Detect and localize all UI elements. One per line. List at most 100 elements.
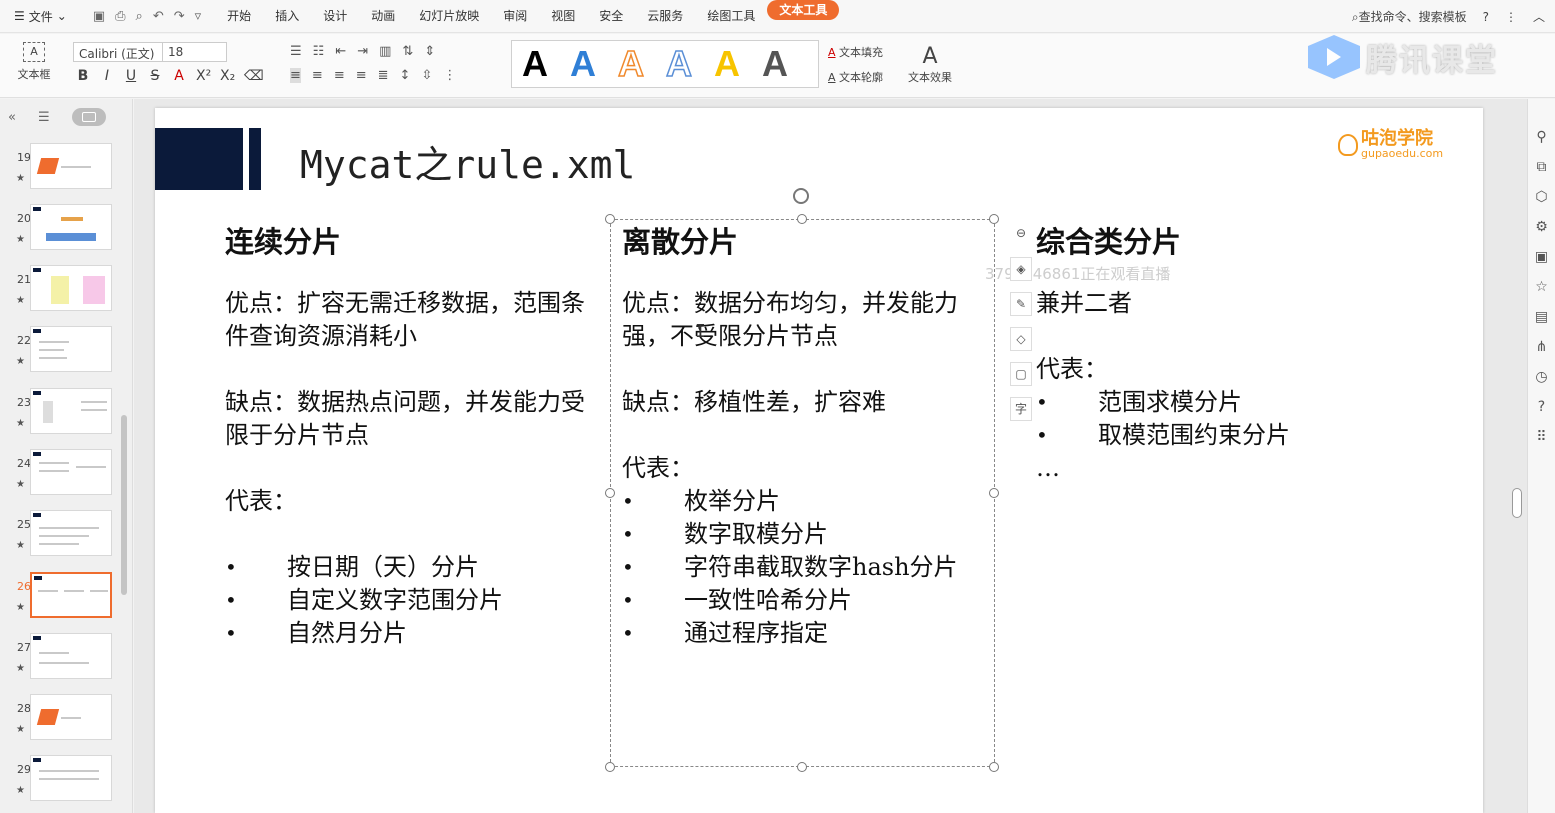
- rotate-handle[interactable]: [793, 188, 809, 204]
- paragraph-spacing-icon[interactable]: ⇳: [421, 68, 432, 83]
- tab-insert[interactable]: 插入: [263, 0, 311, 33]
- style-orange-outline[interactable]: A: [617, 42, 645, 85]
- resize-handle[interactable]: [605, 762, 615, 772]
- slide-thumbnail[interactable]: 19 ★: [10, 143, 114, 191]
- slide-thumbnail[interactable]: 27 ★: [10, 633, 114, 681]
- tab-slideshow[interactable]: 幻灯片放映: [407, 0, 491, 33]
- text-outline-button[interactable]: A 文本轮廓: [828, 69, 883, 85]
- tab-view[interactable]: 视图: [539, 0, 587, 33]
- tab-home[interactable]: 开始: [215, 0, 263, 33]
- slide-thumbnail[interactable]: 20 ★: [10, 204, 114, 252]
- resize-handle[interactable]: [797, 214, 807, 224]
- collapse-ribbon-icon[interactable]: ︿: [1533, 8, 1545, 25]
- slide-thumbnail[interactable]: 24 ★: [10, 449, 114, 497]
- resize-handle[interactable]: [989, 762, 999, 772]
- help-circle-icon[interactable]: ?: [1538, 399, 1545, 415]
- star-icon[interactable]: ☆: [1535, 279, 1548, 295]
- font-size-select[interactable]: 18: [163, 42, 227, 62]
- distribute-icon[interactable]: ≣: [378, 68, 389, 83]
- shapes-icon[interactable]: ⬡: [1535, 189, 1547, 205]
- slide-thumbnail[interactable]: 21 ★: [10, 265, 114, 313]
- tab-drawing-tools[interactable]: 绘图工具: [695, 0, 767, 33]
- copy-icon[interactable]: ⧉: [1537, 159, 1547, 175]
- archive-icon[interactable]: ▤: [1535, 309, 1548, 325]
- style-yellow[interactable]: A: [714, 43, 740, 85]
- resize-handle[interactable]: [797, 762, 807, 772]
- slide-thumbnail[interactable]: 22 ★: [10, 326, 114, 374]
- tab-animation[interactable]: 动画: [359, 0, 407, 33]
- underline-icon[interactable]: U: [124, 68, 138, 84]
- spacing-menu-icon[interactable]: ⋮: [443, 68, 456, 83]
- print-icon[interactable]: ⎙: [115, 9, 125, 24]
- slide-thumbnail[interactable]: 29 ★: [10, 755, 114, 803]
- decrease-indent-icon[interactable]: ⇤: [335, 44, 346, 59]
- search-command[interactable]: ⌕查找命令、搜索模板: [1352, 8, 1467, 25]
- bullets-icon[interactable]: ☰: [290, 44, 302, 59]
- print-preview-icon[interactable]: ⌕: [136, 9, 143, 24]
- column-discrete-sharding[interactable]: 离散分片 优点：数据分布均匀，并发能力强，不受限分片节点 缺点：移植性差，扩容难…: [622, 226, 987, 651]
- slide-title[interactable]: Mycat之rule.xml: [300, 134, 635, 189]
- subscript-icon[interactable]: X₂: [220, 68, 235, 84]
- text-fill-button[interactable]: A 文本填充: [828, 44, 883, 60]
- superscript-icon[interactable]: X²: [196, 68, 211, 84]
- align-left-icon[interactable]: ≡: [290, 68, 301, 83]
- collapse-icon[interactable]: ⊖: [1010, 222, 1032, 246]
- tab-cloud[interactable]: 云服务: [635, 0, 695, 33]
- more-icon[interactable]: ⋮: [1505, 10, 1517, 24]
- style-gray[interactable]: A: [762, 43, 788, 85]
- tab-design[interactable]: 设计: [311, 0, 359, 33]
- resize-handle[interactable]: [605, 488, 615, 498]
- text-direction-icon[interactable]: ⇅: [402, 44, 413, 59]
- slide-thumbnail-active[interactable]: 26 ★: [10, 572, 114, 620]
- font-color-icon[interactable]: A: [172, 68, 186, 84]
- text-effect-button[interactable]: A 文本效果: [908, 44, 952, 85]
- resize-handle[interactable]: [989, 214, 999, 224]
- slide-view-toggle[interactable]: [71, 108, 106, 126]
- slide-thumbnail[interactable]: 28 ★: [10, 694, 114, 742]
- textbox-button[interactable]: A 文本框: [10, 42, 58, 82]
- undo-icon[interactable]: ↶: [153, 9, 164, 24]
- align-right-icon[interactable]: ≡: [334, 68, 345, 83]
- tab-review[interactable]: 审阅: [491, 0, 539, 33]
- outline-view-icon[interactable]: ☰: [38, 110, 50, 125]
- collapse-panel-icon[interactable]: «: [8, 110, 16, 125]
- layers-icon[interactable]: ◈: [1010, 257, 1032, 281]
- panel-scrollbar[interactable]: [121, 415, 127, 595]
- canvas-scrollbar[interactable]: [1512, 488, 1522, 518]
- history-icon[interactable]: ◷: [1535, 369, 1547, 385]
- tab-security[interactable]: 安全: [587, 0, 635, 33]
- pin-icon[interactable]: ⚲: [1536, 129, 1546, 145]
- share-icon[interactable]: ⋔: [1536, 339, 1548, 355]
- strikethrough-icon[interactable]: S: [148, 68, 162, 84]
- slide-thumbnail[interactable]: 23 ★: [10, 388, 114, 436]
- slide-thumbnail[interactable]: 25 ★: [10, 510, 114, 558]
- image-icon[interactable]: ▣: [1535, 249, 1548, 265]
- justify-icon[interactable]: ≡: [356, 68, 367, 83]
- style-blue[interactable]: A: [570, 43, 596, 85]
- style-black[interactable]: A: [522, 43, 548, 85]
- tab-text-tools[interactable]: 文本工具: [767, 0, 840, 20]
- bold-icon[interactable]: B: [76, 68, 90, 84]
- style-blue-outline[interactable]: A: [665, 42, 693, 85]
- clear-format-icon[interactable]: ⌫: [244, 68, 264, 84]
- redo-icon[interactable]: ↷: [174, 9, 185, 24]
- resize-handle[interactable]: [989, 488, 999, 498]
- line-spacing-icon[interactable]: ↕: [400, 68, 411, 83]
- align-center-icon[interactable]: ≡: [312, 68, 323, 83]
- column-continuous-sharding[interactable]: 连续分片 优点：扩容无需迁移数据，范围条件查询资源消耗小 缺点：数据热点问题，并…: [225, 226, 590, 651]
- help-icon[interactable]: ?: [1483, 10, 1489, 24]
- save-icon[interactable]: ▣: [93, 9, 105, 24]
- grid-icon[interactable]: ⠿: [1536, 429, 1546, 445]
- customize-icon[interactable]: ▿: [195, 9, 202, 24]
- font-name-select[interactable]: Calibri (正文): [73, 42, 163, 62]
- align-text-icon[interactable]: ⇕: [424, 44, 435, 59]
- italic-icon[interactable]: I: [100, 68, 114, 84]
- shape-outline-icon[interactable]: ▢: [1010, 362, 1032, 386]
- fill-icon[interactable]: ◇: [1010, 327, 1032, 351]
- pen-icon[interactable]: ✎: [1010, 292, 1032, 316]
- columns-icon[interactable]: ▥: [379, 44, 391, 59]
- text-format-icon[interactable]: 字: [1010, 397, 1032, 421]
- resize-handle[interactable]: [605, 214, 615, 224]
- file-menu[interactable]: ☰ 文件 ⌄: [0, 8, 75, 25]
- numbering-icon[interactable]: ☷: [313, 44, 325, 59]
